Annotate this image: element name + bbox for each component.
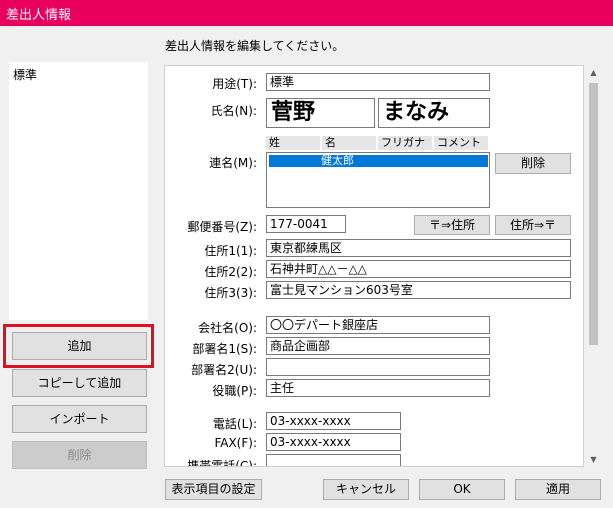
window-title: 差出人情報 (6, 8, 72, 23)
renmei-delete-button[interactable]: 削除 (495, 153, 571, 174)
dept2-field[interactable] (266, 358, 490, 376)
mobile-label: 携帯電話(C): (187, 459, 257, 467)
display-settings-button[interactable]: 表示項目の設定 (165, 479, 262, 500)
phone-label: 電話(L): (212, 417, 257, 431)
column-header-comment[interactable]: コメント (434, 136, 490, 150)
fax-label: FAX(F): (214, 436, 257, 450)
dept1-field[interactable]: 商品企画部 (266, 337, 490, 355)
list-item[interactable]: 標準 (13, 66, 37, 83)
fax-field[interactable]: 03-xxxx-xxxx (266, 433, 401, 451)
renmei-list[interactable]: 健太郎 (266, 152, 490, 208)
mobile-field[interactable] (266, 454, 401, 466)
first-name-field[interactable]: まなみ (378, 98, 490, 128)
usage-field[interactable]: 標準 (266, 73, 490, 91)
address1-label: 住所1(1): (204, 244, 257, 258)
usage-label: 用途(T): (212, 77, 257, 91)
copy-add-button[interactable]: コピーして追加 (12, 369, 147, 397)
phone-field[interactable]: 03-xxxx-xxxx (266, 412, 401, 430)
job-title-label: 役職(P): (212, 384, 257, 398)
dept1-label: 部署名1(S): (192, 342, 257, 356)
renmei-selected-row[interactable]: 健太郎 (269, 155, 488, 167)
import-button[interactable]: インポート (12, 405, 147, 433)
postal-field[interactable]: 177-0041 (266, 215, 346, 233)
form-panel: 用途(T): 標準 氏名(N): 菅野 まなみ 姓 名 フリガナ コメント 連名… (164, 65, 584, 467)
scroll-down-icon[interactable]: ▼ (586, 452, 601, 467)
title-bar: 差出人情報 (0, 0, 613, 26)
renmei-label: 連名(M): (209, 156, 257, 170)
address2-field[interactable]: 石神井町△△－△△ (266, 260, 571, 278)
delete-sender-button[interactable]: 削除 (12, 441, 147, 469)
column-header-last[interactable]: 姓 (266, 136, 322, 150)
scroll-up-icon[interactable]: ▲ (586, 65, 601, 80)
company-label: 会社名(O): (198, 321, 257, 335)
company-field[interactable]: 〇〇デパート銀座店 (266, 316, 490, 334)
vertical-scrollbar[interactable]: ▲ ▼ (586, 65, 601, 467)
address-to-postal-button[interactable]: 住所⇒〒 (495, 215, 571, 235)
address2-label: 住所2(2): (204, 265, 257, 279)
cancel-button[interactable]: キャンセル (323, 479, 409, 500)
highlight-frame (3, 324, 154, 368)
ok-button[interactable]: OK (419, 479, 505, 500)
postal-to-address-button[interactable]: 〒⇒住所 (414, 215, 490, 235)
address3-field[interactable]: 富士見マンション603号室 (266, 281, 571, 299)
dept2-label: 部署名2(U): (191, 363, 257, 377)
address3-label: 住所3(3): (204, 286, 257, 300)
sender-list[interactable]: 標準 (9, 62, 148, 320)
last-name-field[interactable]: 菅野 (266, 98, 375, 128)
apply-button[interactable]: 適用 (515, 479, 601, 500)
scroll-thumb[interactable] (589, 83, 598, 345)
column-header-kana[interactable]: フリガナ (378, 136, 434, 150)
address1-field[interactable]: 東京都練馬区 (266, 239, 571, 257)
postal-label: 郵便番号(Z): (187, 220, 257, 234)
name-label: 氏名(N): (210, 104, 257, 118)
job-title-field[interactable]: 主任 (266, 379, 490, 397)
column-header-first[interactable]: 名 (322, 136, 378, 150)
instruction-text: 差出人情報を編集してください。 (165, 39, 345, 53)
